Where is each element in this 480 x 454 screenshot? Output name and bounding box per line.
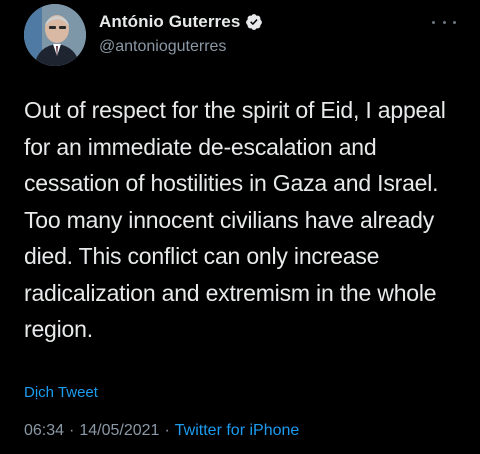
tweet-date[interactable]: 14/05/2021: [79, 422, 159, 440]
author-handle[interactable]: @antonioguterres: [99, 38, 226, 56]
avatar[interactable]: [24, 4, 86, 66]
meta-separator: ·: [164, 422, 170, 439]
more-dot: [442, 20, 446, 24]
more-dot: [453, 20, 456, 24]
verified-badge-icon: [245, 13, 263, 31]
meta-separator: ·: [69, 422, 75, 439]
author-name-row[interactable]: António Guterres: [99, 12, 263, 32]
more-options-icon[interactable]: [432, 14, 456, 30]
more-dot: [432, 20, 435, 24]
tweet-text: Out of respect for the spirit of Eid, I …: [24, 97, 446, 342]
tweet-metadata: 06:34 · 14/05/2021 · Twitter for iPhone: [24, 422, 299, 440]
tweet-source-link[interactable]: Twitter for iPhone: [175, 422, 300, 440]
tweet-time[interactable]: 06:34: [24, 422, 64, 440]
avatar-image: [24, 4, 86, 66]
author-display-name[interactable]: António Guterres: [99, 12, 240, 32]
tweet-detail: António Guterres @antonioguterres Out of…: [0, 0, 480, 454]
translate-tweet-link[interactable]: Dịch Tweet: [24, 384, 98, 401]
